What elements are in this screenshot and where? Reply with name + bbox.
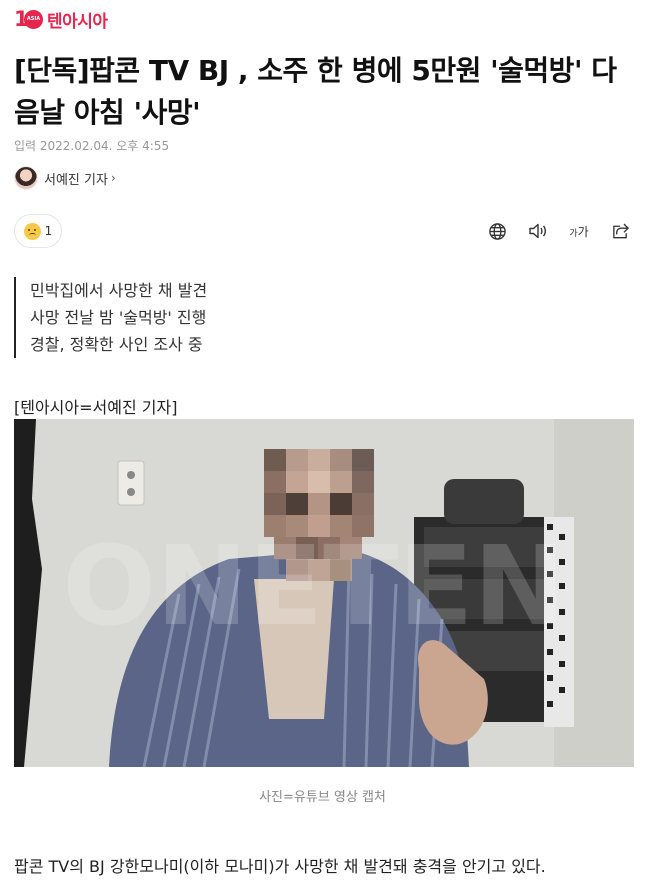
logo-text: 텐아시아 [47,11,108,32]
article-summary: 민박집에서 사망한 채 발견 사망 전날 밤 '술먹방' 진행 경찰, 정확한 … [14,277,207,358]
summary-line: 민박집에서 사망한 채 발견 [30,281,208,300]
globe-icon [488,222,506,240]
svg-text:ONETEN: ONETEN [63,522,566,650]
article-photo[interactable]: ONETEN [14,419,634,767]
article-credit: [텐아시아=서예진 기자] [14,398,178,417]
font-size-icon: 가가 [569,223,588,240]
font-size-small-label: 가 [569,228,578,239]
article-body-paragraph: 팝콘 TV의 BJ 강한모나미(이하 모나미)가 사망한 채 발견돼 충격을 안… [14,857,546,876]
reporter-name: 서예진 기자 [44,172,108,188]
reaction-count: 1 [44,224,53,238]
share-button[interactable] [609,220,631,242]
font-size-button[interactable]: 가가 [568,220,590,242]
summary-line: 경찰, 정확한 사인 조사 중 [30,335,203,354]
translate-button[interactable] [486,220,508,242]
chevron-right-icon: › [110,171,116,185]
speaker-icon [529,223,546,239]
logo-badge: ASIA [24,10,43,29]
font-size-large-label: 가 [577,224,589,239]
summary-line: 사망 전날 밤 '술먹방' 진행 [30,308,207,327]
reporter-link[interactable]: 서예진 기자 › [14,166,116,190]
article-title: [단독]팝콘 TV BJ , 소주 한 병에 5만원 '술먹방' 다음날 아침 … [14,54,617,129]
listen-button[interactable] [527,220,549,242]
reaction-button[interactable]: 1 [14,214,62,248]
photo-illustration: ONETEN [14,419,634,767]
photo-caption: 사진=유튜브 영상 캡처 [259,790,386,805]
sad-face-icon [23,222,41,240]
article-toolbar: 가가 [486,220,631,242]
publish-date: 입력 2022.02.04. 오후 4:55 [14,139,170,153]
logo-mark: 1 ASIA [14,8,44,30]
reporter-avatar [14,166,38,190]
site-logo[interactable]: 1 ASIA 텐아시아 [14,8,108,32]
share-icon [612,223,629,239]
